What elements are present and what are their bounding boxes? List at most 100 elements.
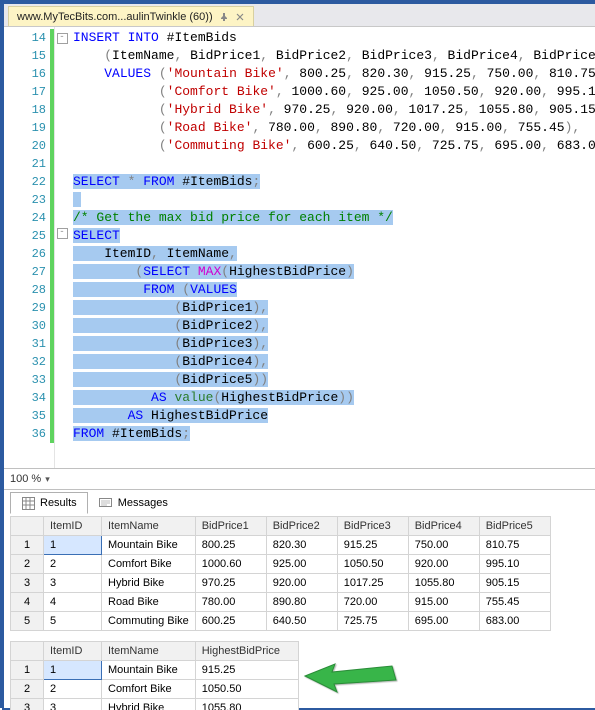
code-line[interactable]: (BidPrice4), xyxy=(69,353,595,371)
cell[interactable]: 683.00 xyxy=(479,612,550,631)
cell[interactable]: Hybrid Bike xyxy=(102,574,196,593)
code-editor[interactable]: 1415161718192021222324252627282930313233… xyxy=(4,27,595,469)
column-header[interactable]: ItemName xyxy=(102,642,196,661)
results-grid-2[interactable]: ItemIDItemNameHighestBidPrice11Mountain … xyxy=(10,641,299,710)
cell[interactable]: 695.00 xyxy=(408,612,479,631)
cell[interactable]: 725.75 xyxy=(337,612,408,631)
code-line[interactable]: INSERT INTO #ItemBids xyxy=(69,29,595,47)
table-row[interactable]: 11Mountain Bike800.25820.30915.25750.008… xyxy=(11,536,551,555)
cell[interactable]: 1055.80 xyxy=(408,574,479,593)
code-line[interactable]: FROM (VALUES xyxy=(69,281,595,299)
cell[interactable]: Mountain Bike xyxy=(102,536,196,555)
cell[interactable]: 920.00 xyxy=(408,555,479,574)
cell[interactable]: 755.45 xyxy=(479,593,550,612)
cell[interactable]: 1 xyxy=(44,661,102,680)
table-row[interactable]: 33Hybrid Bike1055.80 xyxy=(11,699,299,710)
cell[interactable]: Road Bike xyxy=(102,593,196,612)
column-header[interactable]: ItemID xyxy=(44,642,102,661)
code-line[interactable]: (ItemName, BidPrice1, BidPrice2, BidPric… xyxy=(69,47,595,65)
cell[interactable]: 3 xyxy=(44,574,102,593)
code-line[interactable]: ('Commuting Bike', 600.25, 640.50, 725.7… xyxy=(69,137,595,155)
table-row[interactable]: 33Hybrid Bike970.25920.001017.251055.809… xyxy=(11,574,551,593)
table-row[interactable]: 55Commuting Bike600.25640.50725.75695.00… xyxy=(11,612,551,631)
code-line[interactable]: FROM #ItemBids; xyxy=(69,425,595,443)
code-line[interactable]: ('Hybrid Bike', 970.25, 920.00, 1017.25,… xyxy=(69,101,595,119)
cell[interactable]: 995.10 xyxy=(479,555,550,574)
code-line[interactable]: ('Comfort Bike', 1000.60, 925.00, 1050.5… xyxy=(69,83,595,101)
cell[interactable]: 5 xyxy=(44,612,102,631)
results-grid-1[interactable]: ItemIDItemNameBidPrice1BidPrice2BidPrice… xyxy=(10,516,551,631)
cell[interactable]: 780.00 xyxy=(195,593,266,612)
cell[interactable]: 1 xyxy=(44,536,102,555)
code-line[interactable]: (SELECT MAX(HighestBidPrice) xyxy=(69,263,595,281)
cell[interactable]: 915.25 xyxy=(195,661,298,680)
code-line[interactable]: (BidPrice1), xyxy=(69,299,595,317)
cell[interactable]: 920.00 xyxy=(266,574,337,593)
column-header[interactable]: BidPrice1 xyxy=(195,517,266,536)
line-number: 19 xyxy=(4,119,54,137)
code-line[interactable] xyxy=(69,155,595,173)
cell[interactable]: Mountain Bike xyxy=(102,661,196,680)
code-line[interactable]: SELECT * FROM #ItemBids; xyxy=(69,173,595,191)
cell[interactable]: 600.25 xyxy=(195,612,266,631)
cell[interactable]: 915.00 xyxy=(408,593,479,612)
cell[interactable]: 640.50 xyxy=(266,612,337,631)
code-line[interactable]: VALUES ('Mountain Bike', 800.25, 820.30,… xyxy=(69,65,595,83)
cell[interactable]: 810.75 xyxy=(479,536,550,555)
code-line[interactable]: (BidPrice2), xyxy=(69,317,595,335)
cell[interactable]: 1055.80 xyxy=(195,699,298,710)
code-line[interactable]: AS value(HighestBidPrice)) xyxy=(69,389,595,407)
cell[interactable]: Comfort Bike xyxy=(102,680,196,699)
code-line[interactable]: AS HighestBidPrice xyxy=(69,407,595,425)
cell[interactable]: 925.00 xyxy=(266,555,337,574)
table-row[interactable]: 22Comfort Bike1000.60925.001050.50920.00… xyxy=(11,555,551,574)
column-header[interactable]: HighestBidPrice xyxy=(195,642,298,661)
cell[interactable]: 820.30 xyxy=(266,536,337,555)
code-line[interactable]: ItemID, ItemName, xyxy=(69,245,595,263)
line-number: 25 xyxy=(4,227,54,245)
code-line[interactable] xyxy=(69,191,595,209)
column-header[interactable]: BidPrice5 xyxy=(479,517,550,536)
cell[interactable]: 1050.50 xyxy=(195,680,298,699)
fold-toggle-icon[interactable]: - xyxy=(57,228,68,239)
cell[interactable]: 890.80 xyxy=(266,593,337,612)
pin-icon[interactable] xyxy=(219,12,229,22)
code-line[interactable]: /* Get the max bid price for each item *… xyxy=(69,209,595,227)
table-row[interactable]: 22Comfort Bike1050.50 xyxy=(11,680,299,699)
cell[interactable]: 1000.60 xyxy=(195,555,266,574)
cell[interactable]: Commuting Bike xyxy=(102,612,196,631)
close-icon[interactable] xyxy=(235,12,245,22)
cell[interactable]: 1017.25 xyxy=(337,574,408,593)
column-header[interactable]: ItemName xyxy=(102,517,196,536)
tab-messages[interactable]: Messages xyxy=(88,492,179,514)
cell[interactable]: 2 xyxy=(44,555,102,574)
column-header[interactable]: BidPrice2 xyxy=(266,517,337,536)
fold-toggle-icon[interactable]: - xyxy=(57,33,68,44)
column-header[interactable]: BidPrice4 xyxy=(408,517,479,536)
column-header[interactable]: BidPrice3 xyxy=(337,517,408,536)
cell[interactable]: 970.25 xyxy=(195,574,266,593)
cell[interactable]: 3 xyxy=(44,699,102,710)
table-row[interactable]: 44Road Bike780.00890.80720.00915.00755.4… xyxy=(11,593,551,612)
cell[interactable]: 915.25 xyxy=(337,536,408,555)
code-line[interactable]: ('Road Bike', 780.00, 890.80, 720.00, 91… xyxy=(69,119,595,137)
code-area[interactable]: INSERT INTO #ItemBids (ItemName, BidPric… xyxy=(69,27,595,468)
cell[interactable]: Comfort Bike xyxy=(102,555,196,574)
table-row[interactable]: 11Mountain Bike915.25 xyxy=(11,661,299,680)
code-line[interactable]: (BidPrice5)) xyxy=(69,371,595,389)
cell[interactable]: 750.00 xyxy=(408,536,479,555)
column-header[interactable]: ItemID xyxy=(44,517,102,536)
zoom-dropdown-icon[interactable]: ▾ xyxy=(45,474,50,485)
code-line[interactable]: (BidPrice3), xyxy=(69,335,595,353)
cell[interactable]: 800.25 xyxy=(195,536,266,555)
tab-results[interactable]: Results xyxy=(10,492,88,514)
query-tab[interactable]: www.MyTecBits.com...aulinTwinkle (60)) xyxy=(8,6,254,26)
zoom-level[interactable]: 100 % xyxy=(10,473,41,485)
cell[interactable]: 720.00 xyxy=(337,593,408,612)
cell[interactable]: 905.15 xyxy=(479,574,550,593)
code-line[interactable]: SELECT xyxy=(69,227,595,245)
cell[interactable]: 1050.50 xyxy=(337,555,408,574)
cell[interactable]: 4 xyxy=(44,593,102,612)
cell[interactable]: Hybrid Bike xyxy=(102,699,196,710)
cell[interactable]: 2 xyxy=(44,680,102,699)
